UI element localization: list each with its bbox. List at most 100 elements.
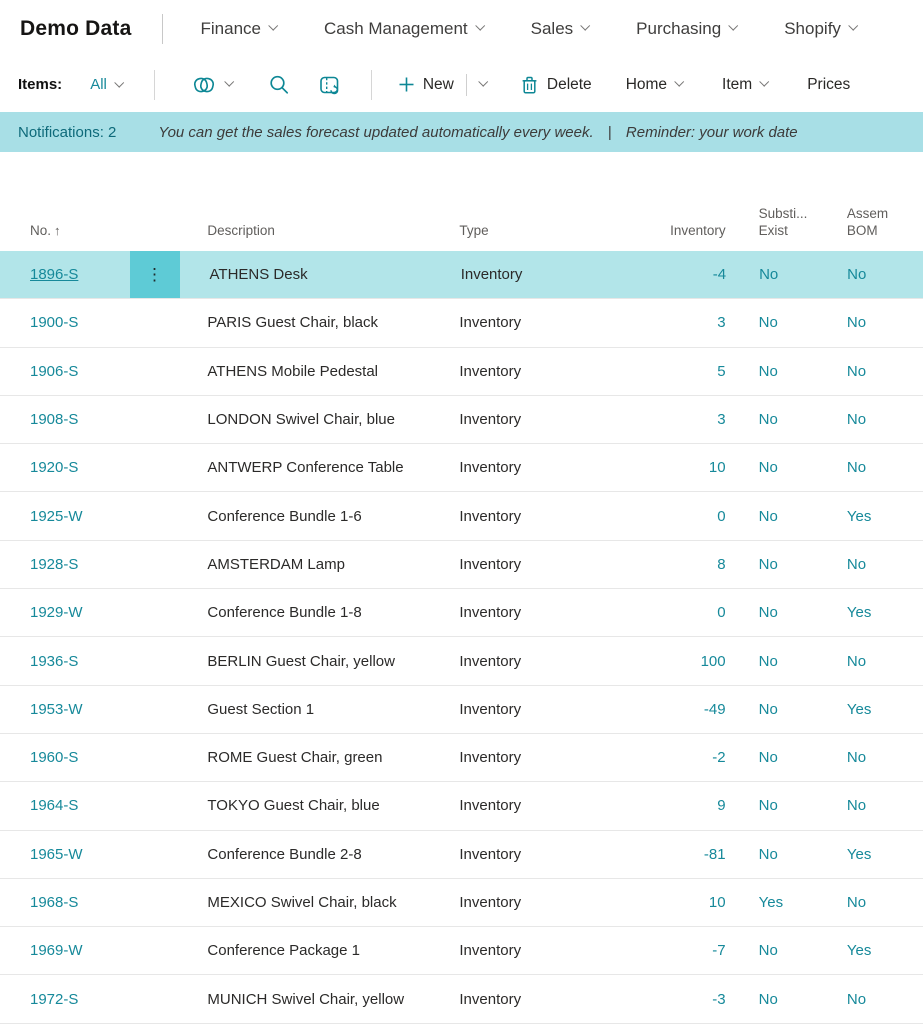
substitutions-exist-cell: No: [759, 797, 830, 814]
sort-ascending-icon: ↑: [54, 223, 61, 238]
column-header-assembly-bom[interactable]: Assem BOM: [847, 205, 923, 239]
item-type-cell: Inventory: [459, 604, 602, 621]
table-row[interactable]: 1960-SROME Guest Chair, greenInventory-2…: [0, 734, 923, 782]
row-context-menu-button[interactable]: ⋮: [130, 251, 180, 298]
toolbar-menu-prices[interactable]: Prices: [807, 76, 850, 94]
item-inventory-cell: 9: [602, 797, 726, 814]
grid-body: 1896-S⋮ATHENS DeskInventory-4NoNo1900-SP…: [0, 251, 923, 1024]
table-row[interactable]: 1936-SBERLIN Guest Chair, yellowInventor…: [0, 637, 923, 685]
table-row[interactable]: 1928-SAMSTERDAM LampInventory8NoNo: [0, 541, 923, 589]
item-no-link[interactable]: 1896-S: [30, 266, 78, 283]
table-row[interactable]: 1920-SANTWERP Conference TableInventory1…: [0, 444, 923, 492]
table-row[interactable]: 1900-SPARIS Guest Chair, blackInventory3…: [0, 299, 923, 347]
toolbar-menu-label: Home: [626, 76, 667, 94]
item-no-link[interactable]: 1925-W: [30, 508, 83, 525]
toolbar-menu-home[interactable]: Home: [626, 76, 682, 94]
delete-button[interactable]: Delete: [520, 75, 592, 95]
table-row[interactable]: 1953-WGuest Section 1Inventory-49NoYes: [0, 686, 923, 734]
table-row[interactable]: 1965-WConference Bundle 2-8Inventory-81N…: [0, 831, 923, 879]
grid-header-row: No.↑ Description Type Inventory Substi..…: [0, 152, 923, 251]
column-header-type[interactable]: Type: [459, 222, 602, 239]
table-row[interactable]: 1929-WConference Bundle 1-8Inventory0NoY…: [0, 589, 923, 637]
row-menu-cell: [130, 444, 178, 491]
notification-message-2: Reminder: your work date: [626, 124, 798, 141]
item-inventory-cell: 10: [602, 894, 726, 911]
company-name[interactable]: Demo Data: [20, 17, 132, 41]
item-inventory-cell: -4: [603, 266, 726, 283]
nav-item-finance[interactable]: Finance: [201, 19, 276, 39]
item-inventory-cell: 8: [602, 556, 726, 573]
item-no-cell: 1929-W: [0, 604, 130, 621]
nav-item-purchasing[interactable]: Purchasing: [636, 19, 736, 39]
item-inventory-cell: 0: [602, 604, 726, 621]
item-type-cell: Inventory: [459, 411, 602, 428]
item-inventory-cell: 100: [602, 653, 726, 670]
top-navigation-bar: Demo Data Finance Cash Management Sales Pur…: [0, 0, 923, 57]
new-button[interactable]: New: [398, 76, 454, 94]
item-no-link[interactable]: 1965-W: [30, 846, 83, 863]
table-row[interactable]: 1908-SLONDON Swivel Chair, blueInventory…: [0, 396, 923, 444]
item-no-link[interactable]: 1964-S: [30, 797, 78, 814]
table-row[interactable]: 1896-S⋮ATHENS DeskInventory-4NoNo: [0, 251, 923, 299]
copilot-button[interactable]: [191, 74, 232, 96]
column-header-no[interactable]: No.↑: [0, 222, 130, 239]
item-no-cell: 1968-S: [0, 894, 130, 911]
item-no-link[interactable]: 1900-S: [30, 314, 78, 331]
item-no-link[interactable]: 1960-S: [30, 749, 78, 766]
assembly-bom-cell: No: [847, 411, 923, 428]
table-row[interactable]: 1969-WConference Package 1Inventory-7NoY…: [0, 927, 923, 975]
trash-icon: [520, 75, 539, 95]
item-description-cell: ROME Guest Chair, green: [177, 749, 459, 766]
item-inventory-cell: -2: [602, 749, 726, 766]
item-no-link[interactable]: 1972-S: [30, 991, 78, 1008]
substitutions-exist-cell: No: [759, 266, 830, 283]
column-header-description[interactable]: Description: [177, 222, 459, 239]
assembly-bom-cell: No: [847, 894, 923, 911]
item-no-link[interactable]: 1936-S: [30, 653, 78, 670]
item-no-cell: 1972-S: [0, 991, 130, 1008]
item-no-link[interactable]: 1908-S: [30, 411, 78, 428]
item-no-link[interactable]: 1953-W: [30, 701, 83, 718]
table-row[interactable]: 1906-SATHENS Mobile PedestalInventory5No…: [0, 348, 923, 396]
chevron-down-icon: [674, 77, 684, 87]
table-row[interactable]: 1925-WConference Bundle 1-6Inventory0NoY…: [0, 492, 923, 540]
table-row[interactable]: 1968-S MEXICO Swivel Chair, blackInventor…: [0, 879, 923, 927]
item-no-link[interactable]: 1920-S: [30, 459, 78, 476]
search-button[interactable]: [268, 74, 290, 96]
item-type-cell: Inventory: [459, 894, 602, 911]
item-no-cell: 1900-S: [0, 314, 130, 331]
toolbar-menu-label: Item: [722, 76, 752, 94]
plus-icon: [398, 76, 415, 93]
item-no-link[interactable]: 1928-S: [30, 556, 78, 573]
column-header-inventory[interactable]: Inventory: [602, 222, 726, 239]
nav-item-cash-management[interactable]: Cash Management: [324, 19, 483, 39]
row-menu-cell: [130, 299, 178, 346]
item-no-link[interactable]: 1929-W: [30, 604, 83, 621]
substitutions-exist-cell: No: [759, 749, 830, 766]
toolbar-divider: [371, 70, 372, 100]
item-no-cell: 1908-S: [0, 411, 130, 428]
substitutions-exist-cell: Yes: [759, 894, 830, 911]
nav-item-sales[interactable]: Sales: [531, 19, 589, 39]
notifications-count-link[interactable]: Notifications: 2: [18, 124, 116, 141]
item-no-link[interactable]: 1969-W: [30, 942, 83, 959]
new-split-dropdown[interactable]: [479, 79, 486, 90]
row-menu-cell: [130, 541, 178, 588]
table-row[interactable]: 1964-STOKYO Guest Chair, blueInventory9N…: [0, 782, 923, 830]
item-description-cell: BERLIN Guest Chair, yellow: [177, 653, 459, 670]
item-description-cell: TOKYO Guest Chair, blue: [177, 797, 459, 814]
nav-item-shopify[interactable]: Shopify: [784, 19, 856, 39]
view-filter-dropdown[interactable]: All: [90, 76, 122, 93]
analyze-button[interactable]: [318, 74, 341, 96]
item-description-cell: MEXICO Swivel Chair, black: [177, 894, 459, 911]
substitutions-exist-cell: No: [759, 411, 830, 428]
toolbar-menu-item[interactable]: Item: [722, 76, 767, 94]
row-menu-cell: [130, 396, 178, 443]
item-no-link[interactable]: 1968-S: [30, 894, 78, 911]
item-no-link[interactable]: 1906-S: [30, 363, 78, 380]
item-inventory-cell: 5: [602, 363, 726, 380]
column-header-substitutions-exist[interactable]: Substi... Exist: [759, 205, 830, 239]
assembly-bom-cell: Yes: [847, 942, 923, 959]
table-row[interactable]: 1972-SMUNICH Swivel Chair, yellowInvento…: [0, 975, 923, 1023]
item-description-cell: MUNICH Swivel Chair, yellow: [177, 991, 459, 1008]
